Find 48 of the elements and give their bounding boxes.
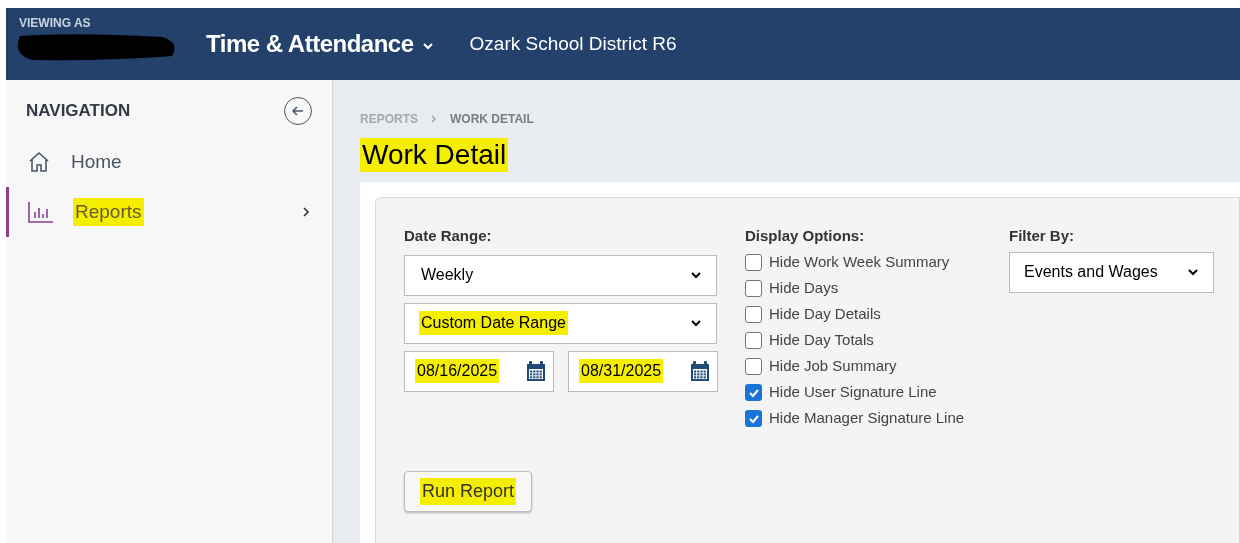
checkbox[interactable] <box>745 254 762 271</box>
display-options-label: Display Options: <box>745 226 866 246</box>
date-value: 08/31/2025 <box>579 359 664 383</box>
viewing-as-label: VIEWING AS <box>19 15 91 32</box>
checkbox-label: Hide Manager Signature Line <box>769 408 965 429</box>
checkbox-label: Hide Work Week Summary <box>769 252 950 273</box>
dropdown-caret-icon <box>1187 266 1199 278</box>
date-field[interactable]: 08/16/2025 <box>404 350 554 392</box>
home-icon <box>27 150 51 174</box>
nav-item[interactable]: Reports <box>6 187 332 237</box>
nav-label: Home <box>70 149 123 174</box>
checkbox-label: Hide Day Details <box>769 304 881 325</box>
calendar-icon[interactable] <box>689 360 711 382</box>
dropdown-caret-icon <box>690 317 702 329</box>
breadcrumb-separator-icon <box>430 115 438 123</box>
checkbox[interactable] <box>745 306 762 323</box>
dropdown[interactable]: Weekly <box>404 254 717 296</box>
date-range-label: Date Range: <box>404 226 493 246</box>
checkbox[interactable] <box>745 332 762 349</box>
button-label: Run Report <box>419 477 517 505</box>
filter-dropdown[interactable]: Events and Wages <box>1009 251 1214 293</box>
filter-by-label: Filter By: <box>1009 226 1075 246</box>
dropdown[interactable]: Custom Date Range <box>404 302 717 344</box>
checkbox[interactable] <box>745 384 762 401</box>
dropdown-value: Weekly <box>420 265 475 285</box>
dropdown-caret-icon <box>690 269 702 281</box>
date-field[interactable]: 08/31/2025 <box>568 350 718 392</box>
dropdown-value: Custom Date Range <box>419 311 568 335</box>
bar-chart-icon <box>27 200 55 224</box>
run-report-button[interactable]: Run Report <box>404 470 532 512</box>
checkbox-label: Hide Job Summary <box>769 356 897 377</box>
date-value: 08/16/2025 <box>415 359 500 383</box>
checkbox[interactable] <box>745 280 762 297</box>
checkbox-label: Hide Days <box>769 278 839 299</box>
navigation-heading: NAVIGATION <box>26 100 131 123</box>
dropdown-value: Events and Wages <box>1024 262 1158 282</box>
caret-icon <box>421 40 434 52</box>
page-title: Work Detail <box>360 138 509 172</box>
checkbox-label: Hide Day Totals <box>769 330 874 351</box>
app-switcher[interactable]: Time & Attendance <box>206 26 434 62</box>
organization-name: Ozark School District R6 <box>469 31 677 56</box>
breadcrumb-item: WORK DETAIL <box>450 111 534 128</box>
calendar-icon[interactable] <box>525 360 547 382</box>
nav-label: Reports <box>73 197 144 227</box>
checkbox-label: Hide User Signature Line <box>769 382 937 403</box>
nav-item[interactable]: Home <box>6 137 332 187</box>
checkbox[interactable] <box>745 410 762 427</box>
checkbox[interactable] <box>745 358 762 375</box>
